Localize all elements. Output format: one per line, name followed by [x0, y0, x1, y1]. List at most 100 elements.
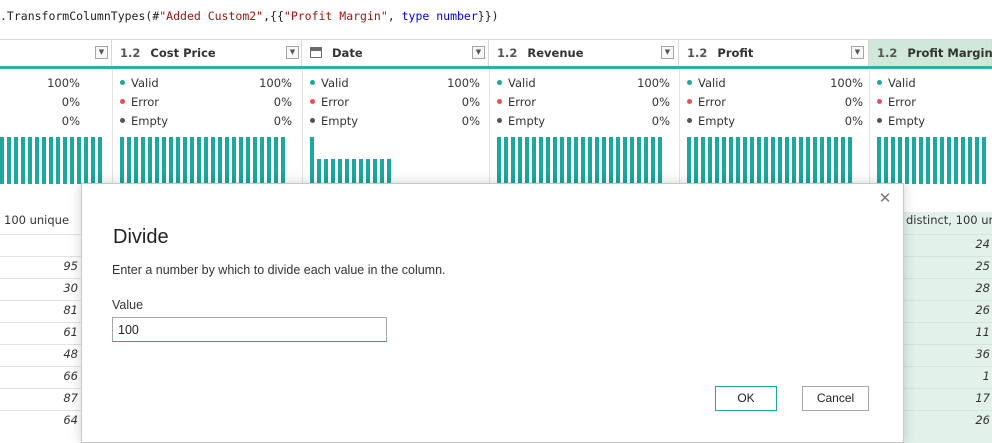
formula-bar[interactable]: .TransformColumnTypes(#"Added Custom2",{…: [0, 0, 992, 32]
distribution-chart-cost-price: [120, 137, 298, 184]
valid-percent: 100%: [47, 76, 80, 90]
valid-label: Valid: [698, 76, 726, 90]
error-percent: 0%: [651, 95, 670, 109]
formula-prefix: .TransformColumnTypes(#: [0, 9, 160, 23]
distribution-chart-partial: [0, 137, 104, 184]
column-header-profit[interactable]: 1.2 Profit ▼: [679, 40, 869, 67]
empty-percent: 0%: [273, 114, 292, 128]
error-label: Error: [508, 95, 537, 109]
column-header-partial[interactable]: ▼: [0, 40, 112, 67]
table-cell[interactable]: 81: [63, 300, 78, 321]
formula-type-keyword: type number: [401, 9, 478, 23]
valid-dot-icon: [310, 80, 315, 85]
close-icon[interactable]: ✕: [877, 190, 893, 206]
table-cell[interactable]: 64: [63, 410, 78, 431]
empty-label: Empty: [888, 114, 926, 128]
table-cell[interactable]: 24: [975, 234, 990, 255]
column-header-profit-margin[interactable]: 1.2 Profit Margin: [869, 40, 992, 67]
empty-row: Empty: [310, 113, 358, 130]
empty-row: Empty: [497, 113, 545, 130]
table-cell[interactable]: 48: [63, 344, 78, 365]
error-percent: 0%: [844, 95, 863, 109]
column-filter-dropdown-icon[interactable]: ▼: [286, 46, 299, 59]
value-label: Value: [112, 298, 144, 312]
distribution-chart-profit-margin: [877, 137, 992, 184]
empty-label: Empty: [321, 114, 359, 128]
table-cell[interactable]: 95: [63, 256, 78, 277]
table-cell[interactable]: 61: [63, 322, 78, 343]
valid-percent: 100%: [830, 76, 863, 90]
error-row: Error: [497, 94, 536, 111]
valid-row: Valid: [310, 75, 349, 92]
column-header-cost-price[interactable]: 1.2 Cost Price ▼: [112, 40, 302, 67]
column-filter-dropdown-icon[interactable]: ▼: [661, 46, 674, 59]
column-quality-bar: [0, 66, 992, 69]
empty-percent: 0%: [461, 114, 480, 128]
error-label: Error: [321, 95, 350, 109]
table-cell[interactable]: 87: [63, 388, 78, 409]
column-profile-summary: distinct, 100 un: [906, 213, 992, 227]
column-header-revenue[interactable]: 1.2 Revenue ▼: [489, 40, 679, 67]
valid-label: Valid: [508, 76, 536, 90]
valid-row: Valid: [687, 75, 726, 92]
valid-row: Valid: [877, 75, 916, 92]
valid-percent: 100%: [637, 76, 670, 90]
error-row: Error: [310, 94, 349, 111]
formula-sep: ,: [387, 9, 402, 23]
distribution-chart-date: [310, 137, 430, 184]
table-cell[interactable]: 26: [975, 300, 990, 321]
valid-percent: 100%: [447, 76, 480, 90]
table-cell[interactable]: 28: [975, 278, 990, 299]
formula-arg1: "Added Custom2": [159, 9, 264, 23]
error-row: Error: [120, 94, 159, 111]
empty-dot-icon: [687, 118, 692, 123]
profit-margin-cells: 24 25 28 26 11 36 1 17 26: [904, 212, 992, 443]
valid-row: Valid: [497, 75, 536, 92]
dialog-title: Divide: [113, 226, 169, 248]
distribution-chart-revenue: [497, 137, 675, 184]
empty-dot-icon: [877, 118, 882, 123]
column-name: Revenue: [527, 46, 584, 60]
column-name: Cost Price: [150, 46, 216, 60]
column-filter-dropdown-icon[interactable]: ▼: [851, 46, 864, 59]
empty-dot-icon: [120, 118, 125, 123]
value-input[interactable]: [112, 317, 387, 342]
valid-dot-icon: [497, 80, 502, 85]
error-label: Error: [698, 95, 727, 109]
cancel-button[interactable]: Cancel: [802, 386, 869, 411]
column-header-date[interactable]: Date ▼: [302, 40, 489, 67]
table-cell[interactable]: 11: [975, 322, 990, 343]
formula-col-name: "Profit Margin": [283, 9, 388, 23]
calendar-type-icon[interactable]: [310, 47, 322, 58]
valid-label: Valid: [888, 76, 916, 90]
error-percent: 0%: [61, 95, 80, 109]
empty-dot-icon: [497, 118, 502, 123]
error-dot-icon: [120, 99, 125, 104]
table-cell[interactable]: 26: [975, 410, 990, 431]
table-cell[interactable]: 66: [63, 366, 78, 387]
error-percent: 0%: [273, 95, 292, 109]
table-cell[interactable]: 30: [63, 278, 78, 299]
table-cell[interactable]: 17: [975, 388, 990, 409]
decimal-type-icon[interactable]: 1.2: [120, 40, 140, 66]
table-cell[interactable]: 36: [975, 344, 990, 365]
error-dot-icon: [687, 99, 692, 104]
table-cell[interactable]: 1: [983, 366, 990, 387]
decimal-type-icon[interactable]: 1.2: [687, 40, 707, 66]
empty-label: Empty: [698, 114, 736, 128]
empty-row: Empty: [120, 113, 168, 130]
empty-label: Empty: [131, 114, 169, 128]
table-cell[interactable]: 25: [975, 256, 990, 277]
valid-label: Valid: [131, 76, 159, 90]
decimal-type-icon[interactable]: 1.2: [497, 40, 517, 66]
formula-mid: ,{{: [263, 9, 284, 23]
empty-percent: 0%: [844, 114, 863, 128]
column-headers: ▼ 1.2 Cost Price ▼ Date ▼ 1.2 Revenue ▼ …: [0, 39, 992, 67]
column-filter-dropdown-icon[interactable]: ▼: [95, 46, 108, 59]
ok-button[interactable]: OK: [715, 386, 777, 411]
decimal-type-icon[interactable]: 1.2: [877, 40, 897, 66]
column-name: Profit: [717, 46, 754, 60]
column-filter-dropdown-icon[interactable]: ▼: [472, 46, 485, 59]
dialog-description: Enter a number by which to divide each v…: [112, 263, 446, 277]
valid-label: Valid: [321, 76, 349, 90]
